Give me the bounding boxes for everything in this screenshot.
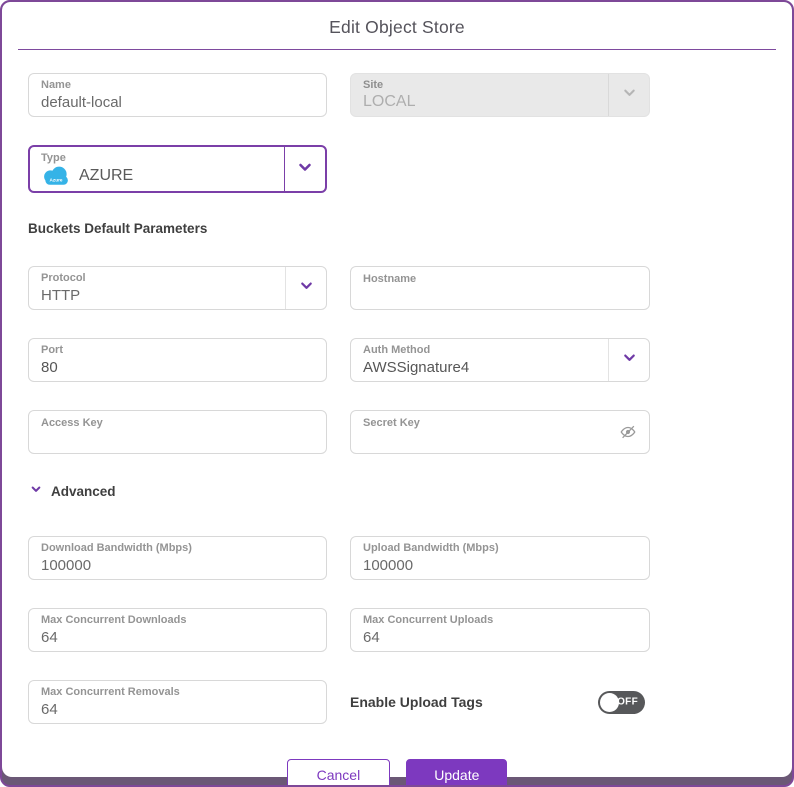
max-concurrent-downloads-label: Max Concurrent Downloads <box>41 614 187 626</box>
page-title: Edit Object Store <box>329 17 465 37</box>
max-concurrent-removals-label: Max Concurrent Removals <box>41 686 180 698</box>
update-button[interactable]: Update <box>406 759 508 785</box>
max-concurrent-downloads-field[interactable]: Max Concurrent Downloads 64 <box>28 608 327 652</box>
advanced-section-label: Advanced <box>51 483 116 499</box>
chevron-down-icon <box>30 482 42 500</box>
row-removals-toggle: Max Concurrent Removals 64 Enable Upload… <box>28 680 766 724</box>
enable-upload-tags-row: Enable Upload Tags OFF <box>350 680 650 724</box>
name-value: default-local <box>41 93 122 111</box>
secret-key-label: Secret Key <box>363 417 420 429</box>
protocol-label: Protocol <box>41 272 86 284</box>
max-concurrent-downloads-value: 64 <box>41 628 58 646</box>
cancel-button[interactable]: Cancel <box>286 759 391 785</box>
max-concurrent-uploads-value: 64 <box>363 628 380 646</box>
dialog-body: Edit Object Store Name default-local Sit… <box>2 2 792 785</box>
type-select[interactable]: Type Azure AZURE <box>28 145 327 193</box>
max-concurrent-removals-value: 64 <box>41 700 58 718</box>
type-label: Type <box>41 152 66 165</box>
azure-cloud-icon: Azure <box>41 166 71 186</box>
download-bandwidth-label: Download Bandwidth (Mbps) <box>41 542 192 554</box>
port-field[interactable]: Port 80 <box>28 338 327 382</box>
protocol-dropdown-zone[interactable] <box>285 267 326 309</box>
name-field[interactable]: Name default-local <box>28 73 327 117</box>
toggle-state-text: OFF <box>617 696 638 708</box>
secret-key-field[interactable]: Secret Key <box>350 410 650 454</box>
object-store-form: Name default-local Site LOCAL Type Azure… <box>2 50 792 785</box>
max-concurrent-removals-field[interactable]: Max Concurrent Removals 64 <box>28 680 327 724</box>
port-value: 80 <box>41 358 58 376</box>
site-value: LOCAL <box>363 92 416 110</box>
upload-bandwidth-field[interactable]: Upload Bandwidth (Mbps) 100000 <box>350 536 650 580</box>
advanced-section-toggle[interactable]: Advanced <box>30 482 766 500</box>
site-select: Site LOCAL <box>350 73 650 117</box>
enable-upload-tags-label: Enable Upload Tags <box>350 694 483 710</box>
auth-method-label: Auth Method <box>363 344 431 356</box>
name-label: Name <box>41 79 71 91</box>
row-keys: Access Key Secret Key <box>28 410 766 454</box>
access-key-label: Access Key <box>41 417 103 429</box>
chevron-down-icon <box>297 159 313 180</box>
site-dropdown-zone <box>608 74 649 116</box>
dialog-header: Edit Object Store <box>2 2 792 50</box>
hostname-label: Hostname <box>363 273 417 285</box>
upload-bandwidth-label: Upload Bandwidth (Mbps) <box>363 542 499 554</box>
auth-method-dropdown-zone[interactable] <box>608 339 649 381</box>
chevron-down-icon <box>622 350 637 370</box>
hostname-field[interactable]: Hostname <box>350 266 650 310</box>
buckets-section-title: Buckets Default Parameters <box>28 221 208 236</box>
secret-key-value <box>363 431 637 450</box>
max-concurrent-uploads-field[interactable]: Max Concurrent Uploads 64 <box>350 608 650 652</box>
access-key-value <box>41 431 314 450</box>
protocol-value: HTTP <box>41 286 81 304</box>
type-dropdown-zone[interactable] <box>284 147 325 191</box>
svg-text:Azure: Azure <box>50 178 63 183</box>
eye-off-icon[interactable] <box>619 423 637 441</box>
chevron-down-icon <box>622 85 637 105</box>
download-bandwidth-value: 100000 <box>41 556 92 574</box>
dialog-footer: Cancel Update <box>28 759 766 785</box>
port-label: Port <box>41 344 63 356</box>
row-max-concurrent-1: Max Concurrent Downloads 64 Max Concurre… <box>28 608 766 652</box>
row-protocol-hostname: Protocol HTTP Hostname <box>28 266 766 310</box>
row-bandwidth: Download Bandwidth (Mbps) 100000 Upload … <box>28 536 766 580</box>
row-name-site: Name default-local Site LOCAL <box>28 73 766 117</box>
row-type: Type Azure AZURE <box>28 145 766 193</box>
enable-upload-tags-toggle[interactable]: OFF <box>598 690 645 714</box>
auth-method-value: AWSSignature4 <box>363 358 470 376</box>
download-bandwidth-field[interactable]: Download Bandwidth (Mbps) 100000 <box>28 536 327 580</box>
upload-bandwidth-value: 100000 <box>363 556 414 574</box>
access-key-field[interactable]: Access Key <box>28 410 327 454</box>
hostname-value <box>363 287 637 306</box>
edit-object-store-dialog: Edit Object Store Name default-local Sit… <box>0 0 794 787</box>
type-value: AZURE <box>79 166 134 184</box>
site-label: Site <box>363 79 384 91</box>
auth-method-select[interactable]: Auth Method AWSSignature4 <box>350 338 650 382</box>
chevron-down-icon <box>299 278 314 298</box>
protocol-select[interactable]: Protocol HTTP <box>28 266 327 310</box>
row-port-auth: Port 80 Auth Method AWSSignature4 <box>28 338 766 382</box>
max-concurrent-uploads-label: Max Concurrent Uploads <box>363 614 494 626</box>
